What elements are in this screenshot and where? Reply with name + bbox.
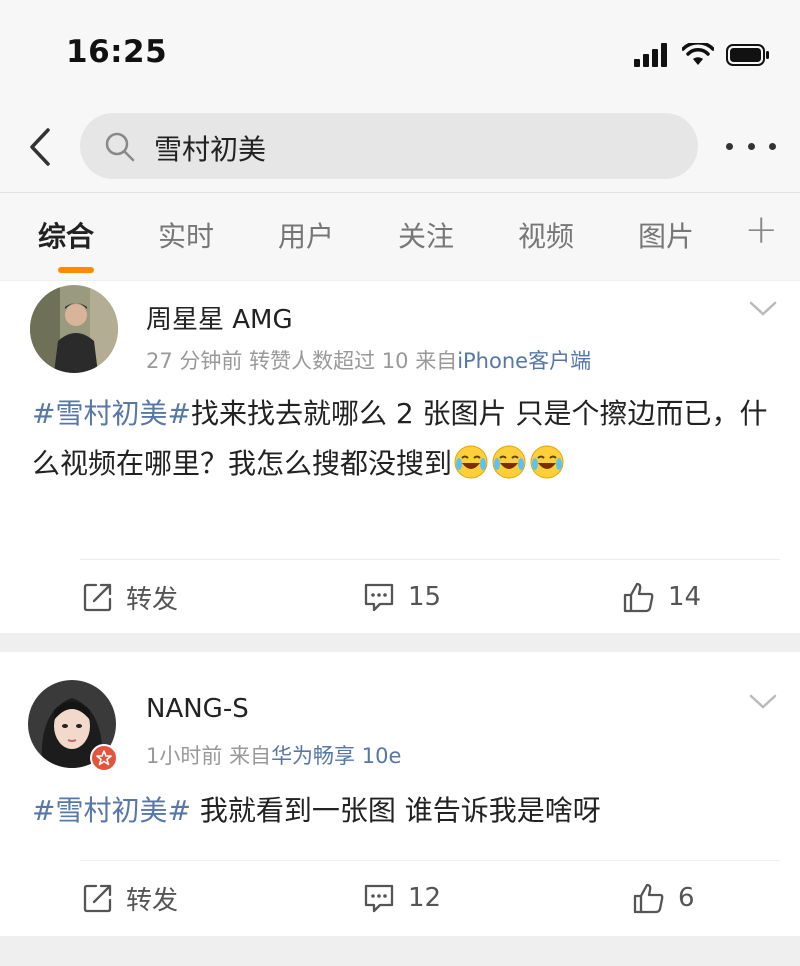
dot-icon: [726, 142, 733, 150]
chevron-down-icon[interactable]: [748, 299, 778, 319]
comment-icon: [364, 583, 394, 612]
post-username[interactable]: NANG-S: [146, 694, 249, 724]
battery-icon: [726, 44, 769, 66]
post-body: #雪村初美#找来找去就哪么 2 张图片 只是个擦边而已，什么视频在哪里？我怎么搜…: [32, 389, 772, 489]
search-icon: [104, 131, 136, 163]
status-icons: [634, 40, 770, 70]
search-header: 雪村初美: [0, 100, 800, 192]
comment-count: 15: [408, 582, 442, 612]
avatar[interactable]: [30, 285, 118, 373]
thumbs-up-icon: [633, 883, 664, 914]
post-source-prefix: 来自: [229, 744, 272, 768]
laughing-crying-emoji-icon: [530, 445, 564, 479]
like-count: 14: [668, 582, 702, 612]
like-button[interactable]: 14: [622, 567, 701, 627]
post-meta: 27 分钟前 转赞人数超过 10 来自iPhone客户端: [146, 345, 591, 375]
divider: [80, 860, 780, 861]
dot-icon: [747, 142, 755, 150]
status-time: 16:25: [66, 34, 168, 70]
tab-comprehensive[interactable]: 综合: [38, 215, 94, 255]
status-bar: 16:25: [0, 0, 800, 100]
like-button[interactable]: 6: [632, 868, 695, 928]
search-input[interactable]: 雪村初美: [80, 113, 698, 179]
divider: [80, 559, 780, 560]
thumbs-up-icon: [623, 582, 654, 613]
post-actions: 转发 15 14: [0, 567, 800, 627]
repost-button[interactable]: 转发: [82, 868, 178, 928]
tab-following[interactable]: 关注: [398, 215, 454, 255]
post-source[interactable]: iPhone客户端: [457, 349, 591, 373]
post-username[interactable]: 周星星 AMG: [146, 299, 293, 336]
comment-button[interactable]: 12: [362, 868, 441, 928]
post-source[interactable]: 华为畅享 10e: [271, 744, 401, 768]
laughing-crying-emoji-icon: [492, 445, 526, 479]
post-card: 周星星 AMG 27 分钟前 转赞人数超过 10 来自iPhone客户端 #雪村…: [0, 281, 800, 633]
post-repost-info: 转赞人数超过 10: [249, 349, 409, 373]
tab-videos[interactable]: 视频: [518, 215, 574, 255]
tab-bar: 综合 实时 用户 关注 视频 图片 +: [0, 192, 800, 280]
comment-button[interactable]: 15: [362, 567, 441, 627]
post-actions: 转发 12 6: [0, 868, 800, 928]
tab-users[interactable]: 用户: [278, 215, 334, 255]
post-time: 1小时前: [146, 744, 223, 768]
chevron-down-icon[interactable]: [748, 692, 778, 712]
like-count: 6: [678, 883, 695, 913]
comment-icon: [364, 884, 394, 913]
post-body: #雪村初美# 我就看到一张图 谁告诉我是啥呀: [32, 786, 772, 836]
repost-button[interactable]: 转发: [82, 567, 178, 627]
repost-icon: [83, 884, 112, 913]
comment-count: 12: [408, 883, 442, 913]
dot-icon: [769, 142, 776, 150]
back-button[interactable]: [20, 122, 60, 172]
search-query: 雪村初美: [154, 133, 267, 166]
post-source-prefix: 来自: [415, 349, 458, 373]
post-card: NANG-S 1小时前 来自华为畅享 10e #雪村初美# 我就看到一张图 谁告…: [0, 652, 800, 936]
hashtag-link[interactable]: #雪村初美#: [32, 794, 191, 827]
signal-icon: [634, 43, 667, 67]
chevron-left-icon: [30, 128, 50, 166]
repost-label: 转发: [126, 584, 179, 615]
post-text: 我就看到一张图 谁告诉我是啥呀: [190, 794, 601, 827]
active-tab-indicator: [58, 267, 94, 273]
verified-badge-icon: [90, 744, 118, 772]
tab-realtime[interactable]: 实时: [158, 215, 214, 255]
hashtag-link[interactable]: #雪村初美#: [32, 397, 191, 430]
tab-images[interactable]: 图片: [638, 215, 694, 255]
wifi-icon: [682, 43, 714, 65]
add-tab-button[interactable]: +: [744, 207, 778, 253]
repost-icon: [83, 583, 112, 612]
post-meta: 1小时前 来自华为畅享 10e: [146, 740, 401, 770]
repost-label: 转发: [126, 885, 179, 916]
laughing-crying-emoji-icon: [454, 445, 488, 479]
post-time: 27 分钟前: [146, 349, 243, 373]
more-options-button[interactable]: [726, 130, 776, 162]
